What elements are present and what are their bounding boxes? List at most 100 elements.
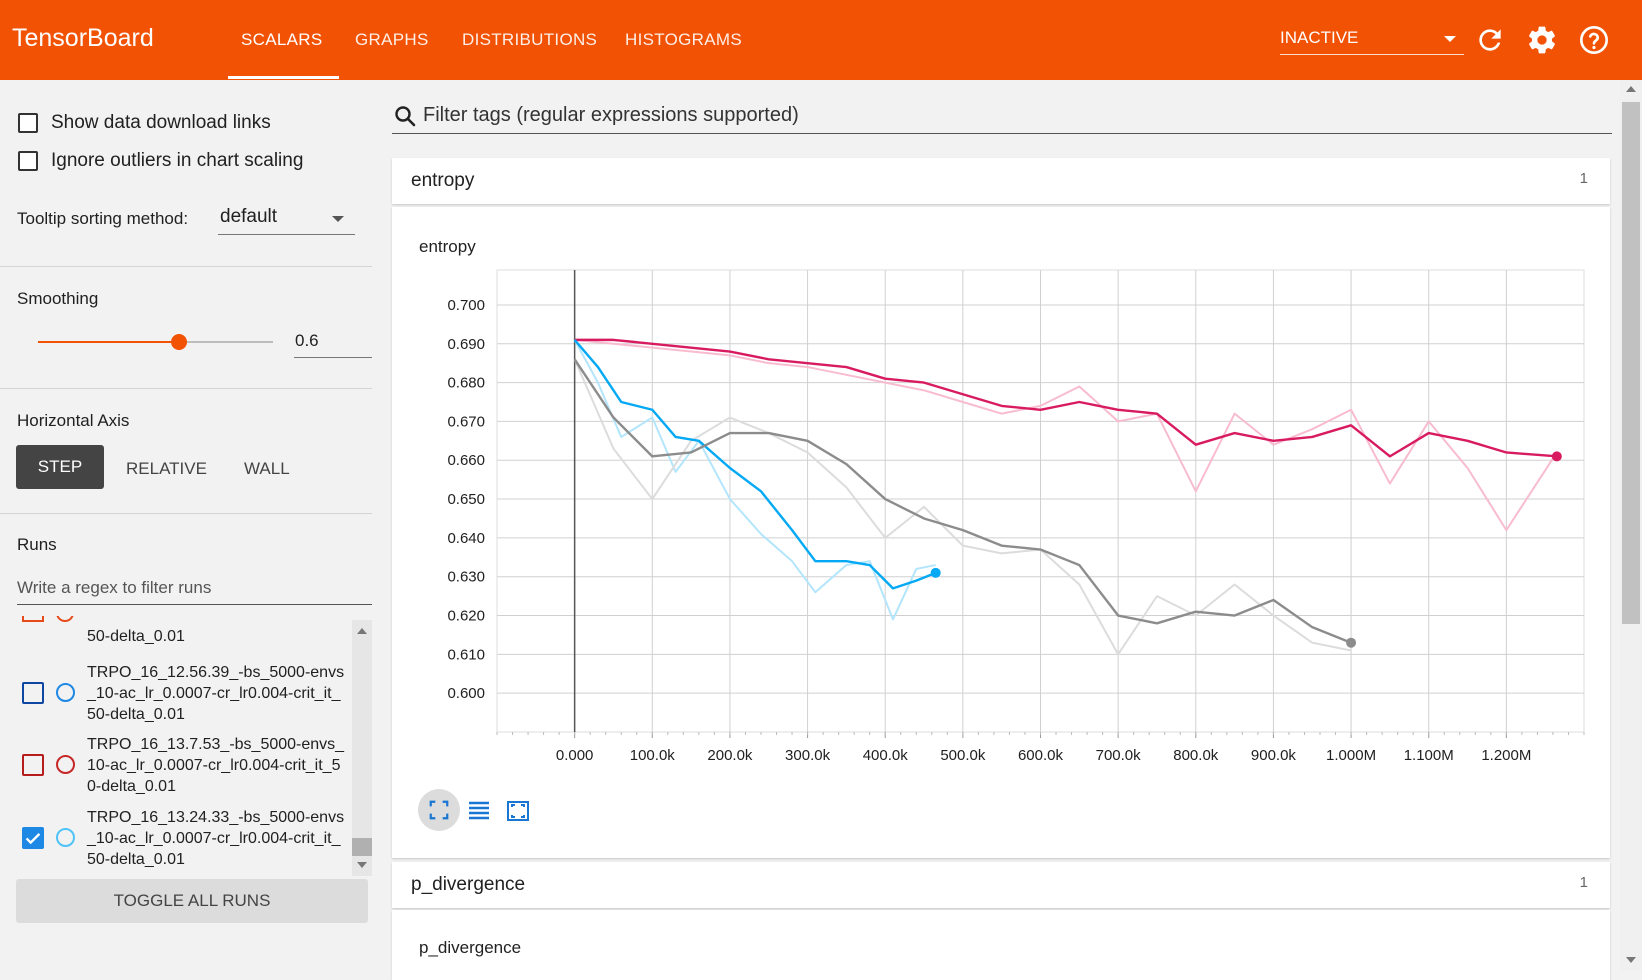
toggle-all-runs-button[interactable]: TOGGLE ALL RUNS: [16, 879, 368, 923]
run-label-line: _10-ac_lr_0.0007-cr_lr0.004-crit_it_: [87, 685, 341, 702]
sidebar-divider: [0, 266, 372, 267]
run-label-line: 50-delta_0.01: [87, 851, 185, 868]
fit-to-data-icon[interactable]: [506, 799, 530, 823]
ignore-outliers-checkbox[interactable]: [18, 151, 38, 171]
smoothing-label: Smoothing: [17, 289, 99, 308]
show-download-links-checkbox[interactable]: [18, 113, 38, 133]
axis-step-button[interactable]: STEP: [16, 445, 104, 489]
x-tick-label: 800.0k: [1173, 747, 1219, 764]
y-tick-label: 0.640: [447, 530, 485, 547]
y-tick-label: 0.670: [447, 413, 485, 430]
smoothing-value-input[interactable]: 0.6: [294, 324, 372, 358]
scroll-up-arrow-icon[interactable]: [357, 628, 367, 634]
runs-list: 50-delta_0.01 TRPO_16_12.56.39_-bs_5000-…: [0, 616, 372, 876]
run-checkbox-checked[interactable]: [22, 827, 44, 849]
tab-histograms[interactable]: HISTOGRAMS: [625, 30, 742, 50]
main-scrollbar-thumb[interactable]: [1622, 102, 1640, 624]
toggle-log-scale-icon[interactable]: [467, 799, 491, 823]
active-tab-indicator: [228, 76, 339, 79]
series-end-point: [1551, 451, 1562, 462]
status-select-value: INACTIVE: [1280, 28, 1359, 47]
run-label: TRPO_16_13.7.53_-bs_5000-envs_ 10-ac_lr_…: [87, 734, 352, 797]
runs-filter-placeholder: Write a regex to filter runs: [17, 578, 212, 597]
axis-wall-button[interactable]: WALL: [244, 459, 290, 479]
ignore-outliers-label: Ignore outliers in chart scaling: [51, 150, 304, 171]
x-tick-label: 1.000M: [1326, 747, 1376, 764]
y-tick-label: 0.660: [447, 452, 485, 469]
x-tick-label: 200.0k: [707, 747, 753, 764]
runs-scrollbar[interactable]: [352, 620, 372, 876]
help-icon[interactable]: [1578, 24, 1610, 56]
show-download-links-label: Show data download links: [51, 112, 271, 133]
main-scrollbar[interactable]: [1620, 80, 1642, 971]
y-tick-label: 0.600: [447, 685, 485, 702]
settings-gear-icon[interactable]: [1526, 24, 1558, 56]
tag-group-header-entropy[interactable]: entropy 1: [392, 158, 1610, 204]
tag-group-header-p-divergence[interactable]: p_divergence 1: [392, 862, 1610, 908]
tag-group-count: 1: [1579, 874, 1588, 891]
scroll-up-arrow-icon[interactable]: [1626, 86, 1636, 92]
y-tick-label: 0.690: [447, 336, 485, 353]
fullscreen-icon: [429, 800, 449, 820]
run-checkbox[interactable]: [22, 754, 44, 776]
refresh-icon[interactable]: [1474, 24, 1506, 56]
run-label: 50-delta_0.01: [87, 628, 185, 645]
run-label: TRPO_16_12.56.39_-bs_5000-envs _10-ac_lr…: [87, 662, 352, 725]
tag-group-count: 1: [1579, 170, 1588, 187]
run-label-line: TRPO_16_13.24.33_-bs_5000-envs: [87, 809, 345, 826]
chevron-down-icon: [332, 216, 344, 222]
tooltip-sorting-label: Tooltip sorting method:: [17, 209, 189, 228]
y-tick-label: 0.610: [447, 646, 485, 663]
tag-group-title: p_divergence: [411, 874, 526, 895]
tab-graphs[interactable]: GRAPHS: [355, 30, 429, 50]
run-label-line: _10-ac_lr_0.0007-cr_lr0.004-crit_it_: [87, 830, 341, 847]
axis-relative-button[interactable]: RELATIVE: [126, 459, 207, 479]
fit-domain-button[interactable]: [418, 789, 460, 831]
run-checkbox[interactable]: [22, 616, 44, 622]
run-label-line: TRPO_16_13.7.53_-bs_5000-envs_: [87, 736, 345, 753]
runs-scrollbar-thumb[interactable]: [352, 838, 372, 856]
run-label: TRPO_16_13.24.33_-bs_5000-envs _10-ac_lr…: [87, 807, 352, 870]
series-end-point: [930, 567, 941, 578]
status-select[interactable]: INACTIVE: [1280, 28, 1464, 55]
run-checkbox[interactable]: [22, 682, 44, 704]
scroll-down-arrow-icon[interactable]: [1626, 957, 1636, 963]
runs-label: Runs: [17, 535, 57, 554]
tooltip-sorting-value: default: [220, 206, 278, 227]
run-color-circle-icon: [56, 828, 75, 847]
scalar-chart-card: entropy 0.600 0.610 0.620 0.630 0.640 0.650 0.…: [392, 207, 1610, 858]
run-label-line: TRPO_16_12.56.39_-bs_5000-envs: [87, 664, 345, 681]
run-color-circle-icon: [56, 616, 74, 622]
tag-group-title: entropy: [411, 170, 475, 191]
run-label-line: 0-delta_0.01: [87, 778, 176, 795]
tooltip-sorting-select[interactable]: default: [218, 201, 355, 235]
smoothing-slider-fill: [38, 341, 179, 343]
series-end-point: [1346, 637, 1357, 648]
y-tick-label: 0.630: [447, 569, 485, 586]
entropy-chart[interactable]: 0.600 0.610 0.620 0.630 0.640 0.650 0.660 0.670…: [392, 207, 1610, 858]
runs-filter-input[interactable]: Write a regex to filter runs: [17, 570, 372, 605]
search-icon: [395, 106, 416, 127]
y-tick-label: 0.650: [447, 491, 485, 508]
x-tick-label: 900.0k: [1251, 747, 1297, 764]
x-tick-label: 500.0k: [940, 747, 986, 764]
y-tick-label: 0.680: [447, 375, 485, 392]
run-color-circle-icon: [56, 683, 75, 702]
y-tick-label: 0.620: [447, 608, 485, 625]
x-tick-label: 0.000: [556, 747, 594, 764]
y-tick-label: 0.700: [447, 297, 485, 314]
app-title: TensorBoard: [12, 24, 154, 52]
horizontal-axis-label: Horizontal Axis: [17, 411, 130, 430]
run-label-line: 10-ac_lr_0.0007-cr_lr0.004-crit_it_5: [87, 757, 341, 774]
chevron-down-icon: [1444, 36, 1456, 42]
x-tick-label: 600.0k: [1018, 747, 1064, 764]
scroll-down-arrow-icon[interactable]: [357, 862, 367, 868]
tab-distributions[interactable]: DISTRIBUTIONS: [462, 30, 597, 50]
checkmark-icon: [25, 833, 41, 845]
series-raw-line: [574, 338, 1558, 532]
smoothing-slider-handle[interactable]: [171, 334, 187, 350]
x-tick-label: 400.0k: [863, 747, 909, 764]
tab-scalars[interactable]: SCALARS: [241, 30, 322, 50]
x-tick-label: 700.0k: [1096, 747, 1142, 764]
scalar-chart-card: p_divergence: [392, 910, 1610, 980]
